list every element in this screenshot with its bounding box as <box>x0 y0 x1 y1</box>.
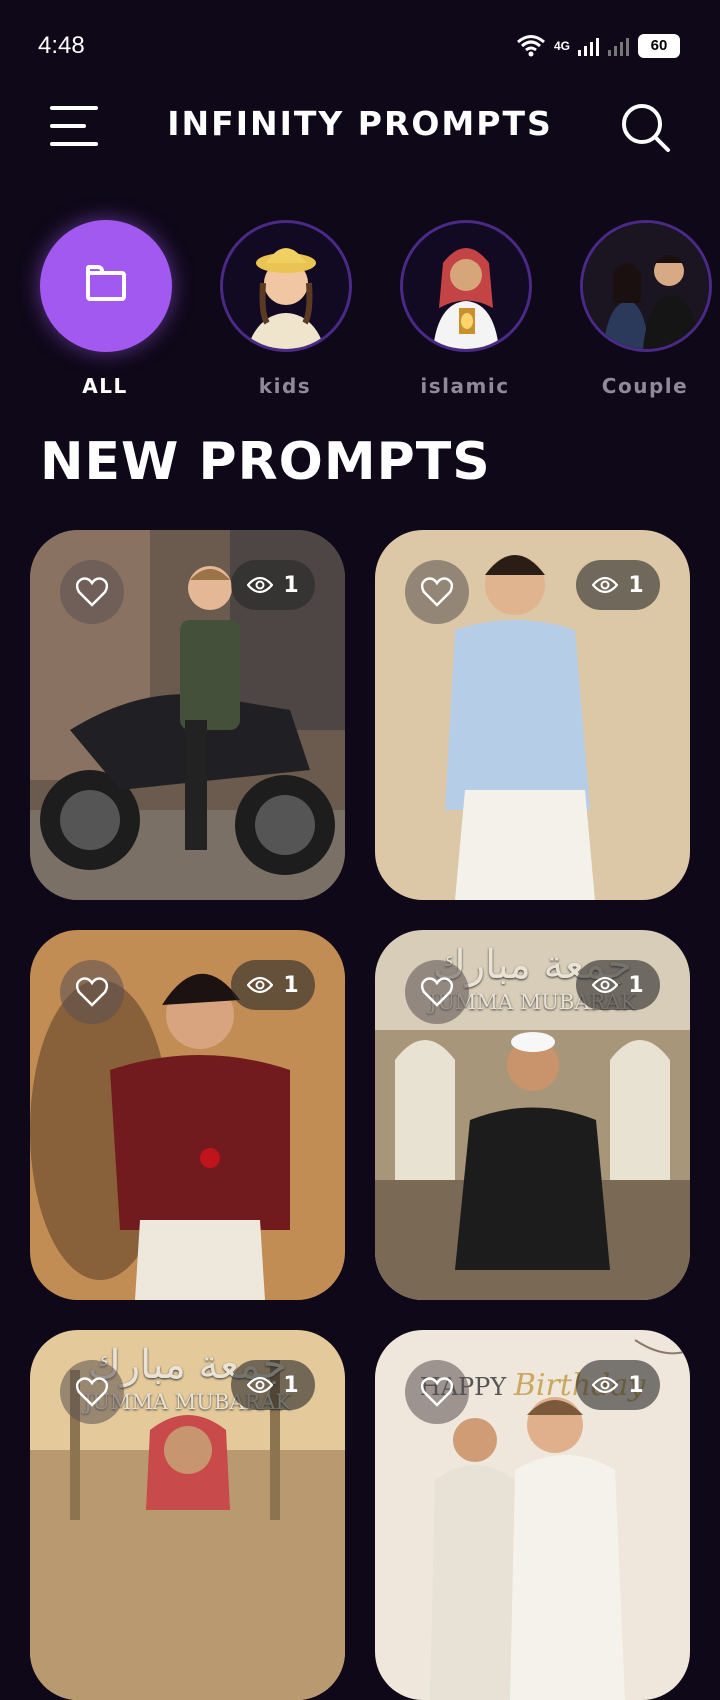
prompt-card[interactable]: 1 <box>30 930 345 1300</box>
favorite-button[interactable] <box>405 560 469 624</box>
heart-icon <box>76 577 108 607</box>
view-count: 1 <box>283 1372 299 1398</box>
category-islamic-image[interactable] <box>400 220 532 352</box>
category-islamic[interactable]: islamic <box>400 220 532 398</box>
eye-icon <box>592 976 619 994</box>
eye-icon <box>592 1376 619 1394</box>
category-label: islamic <box>420 374 510 398</box>
view-count-badge: 1 <box>231 560 315 610</box>
status-bar: 4:48 4G 60 <box>0 0 720 95</box>
category-couple-image[interactable] <box>580 220 712 352</box>
view-count-badge: 1 <box>231 1360 315 1410</box>
category-list: ALL kids islamic Couple <box>0 220 720 400</box>
eye-icon <box>247 576 274 594</box>
prompt-card[interactable]: جمعة مبارك JUMMA MUBARAK 1 <box>30 1330 345 1700</box>
view-count: 1 <box>628 572 644 598</box>
signal-icon <box>578 38 599 56</box>
favorite-button[interactable] <box>60 1360 124 1424</box>
section-title: NEW PROMPTS <box>40 432 491 492</box>
category-kids[interactable]: kids <box>220 220 352 398</box>
favorite-button[interactable] <box>60 960 124 1024</box>
search-icon[interactable] <box>620 102 672 154</box>
status-icons: 4G 60 <box>516 34 680 58</box>
view-count-badge: 1 <box>576 560 660 610</box>
view-count: 1 <box>628 972 644 998</box>
heart-icon <box>76 1377 108 1407</box>
signal-icon-weak <box>608 38 629 56</box>
view-count-badge: 1 <box>576 1360 660 1410</box>
category-label: ALL <box>82 374 128 398</box>
prompt-card[interactable]: 1 <box>30 530 345 900</box>
view-count: 1 <box>628 1372 644 1398</box>
category-all[interactable]: ALL <box>40 220 172 398</box>
category-label: Couple <box>601 374 689 398</box>
favorite-button[interactable] <box>405 960 469 1024</box>
eye-icon <box>247 976 274 994</box>
category-kids-image[interactable] <box>220 220 352 352</box>
heart-icon <box>421 977 453 1007</box>
heart-icon <box>76 977 108 1007</box>
eye-icon <box>592 576 619 594</box>
heart-icon <box>421 1377 453 1407</box>
app-title: INFINITY PROMPTS <box>167 104 553 143</box>
prompt-card[interactable]: 1 <box>375 530 690 900</box>
eye-icon <box>247 1376 274 1394</box>
status-time: 4:48 <box>38 32 85 59</box>
wifi-icon <box>517 35 545 57</box>
battery-icon: 60 <box>638 34 680 58</box>
prompt-card[interactable]: HAPPY Birthday 1 <box>375 1330 690 1700</box>
view-count: 1 <box>283 972 299 998</box>
favorite-button[interactable] <box>405 1360 469 1424</box>
view-count: 1 <box>283 572 299 598</box>
favorite-button[interactable] <box>60 560 124 624</box>
category-couple[interactable]: Couple <box>580 220 712 398</box>
heart-icon <box>421 577 453 607</box>
folder-icon <box>86 265 126 301</box>
category-label: kids <box>258 374 312 398</box>
prompt-card[interactable]: جمعة مبارك JUMMA MUBARAK 1 <box>375 930 690 1300</box>
view-count-badge: 1 <box>231 960 315 1010</box>
category-all-circle[interactable] <box>40 220 172 352</box>
view-count-badge: 1 <box>576 960 660 1010</box>
network-type: 4G <box>553 39 570 53</box>
